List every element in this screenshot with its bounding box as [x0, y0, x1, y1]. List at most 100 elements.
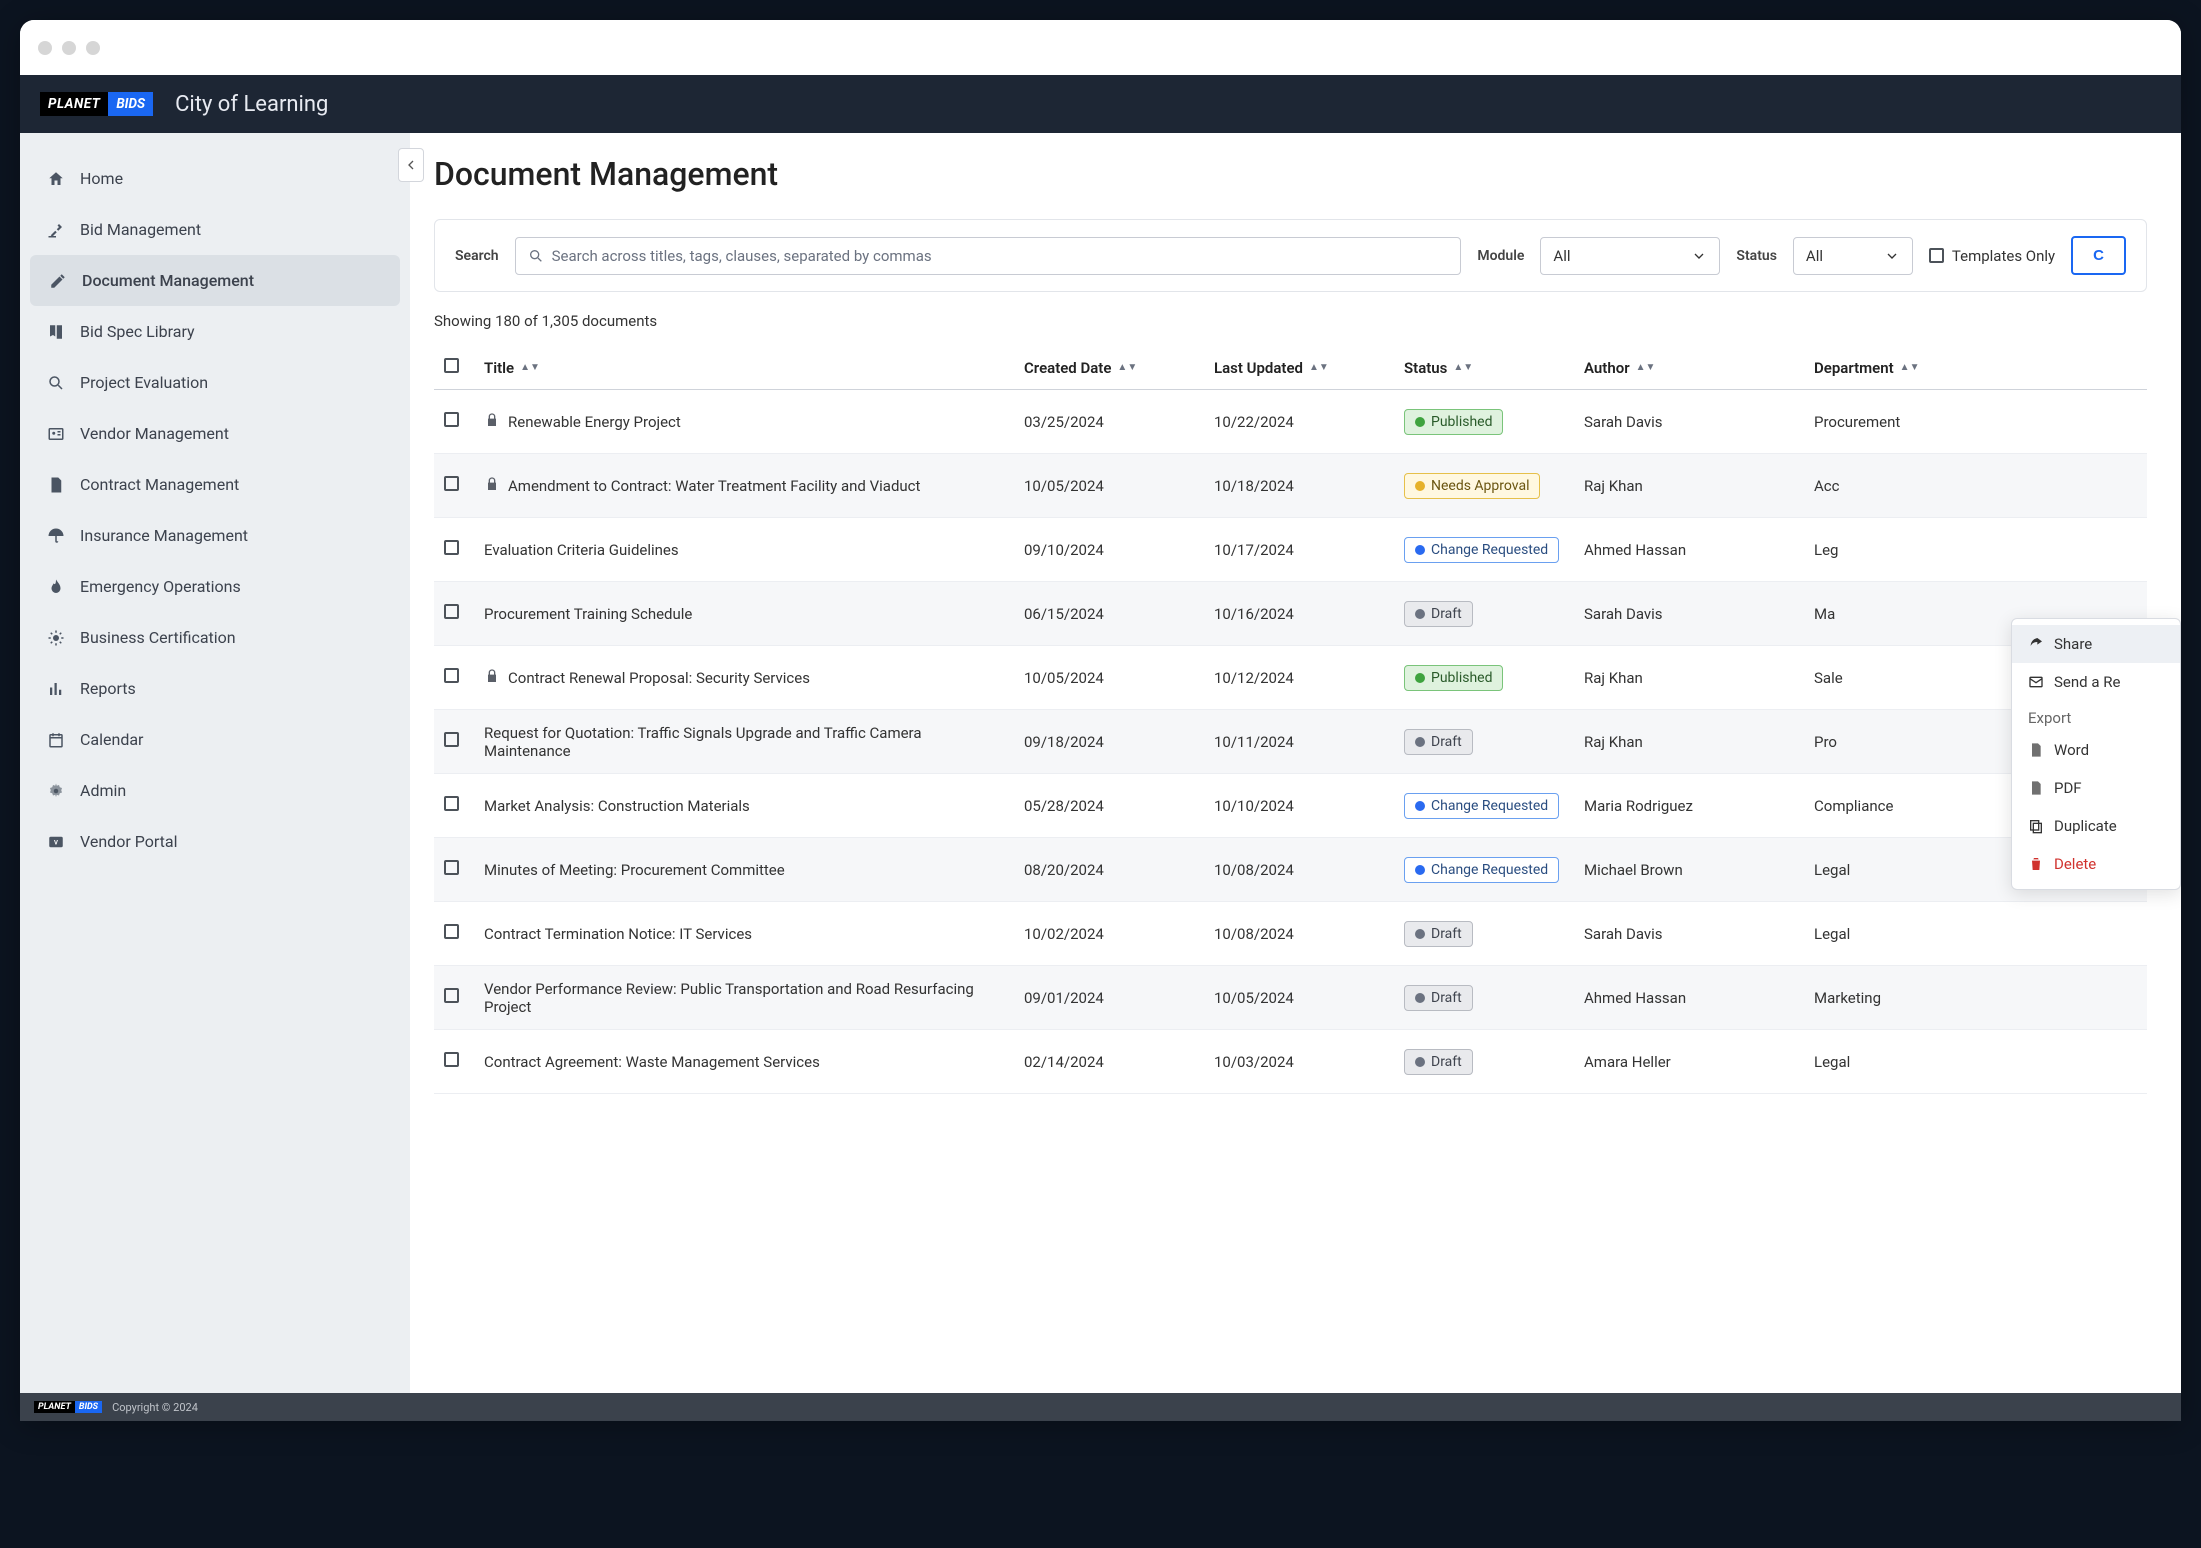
ctx-delete[interactable]: Delete [2012, 845, 2180, 883]
table-row[interactable]: Procurement Training Schedule06/15/20241… [434, 582, 2147, 646]
doc-updated: 10/03/2024 [1214, 1053, 1404, 1071]
row-checkbox[interactable] [444, 1052, 459, 1067]
footer-logo: PLANET BIDS [34, 1401, 102, 1413]
sidebar-item-vendor-portal[interactable]: VVendor Portal [20, 816, 410, 867]
sort-icon: ▲▼ [520, 362, 540, 373]
row-checkbox[interactable] [444, 476, 459, 491]
filters-bar: Search Search across titles, tags, claus… [434, 219, 2147, 292]
sidebar-item-calendar[interactable]: Calendar [20, 714, 410, 765]
doc-dept: Legal [1814, 861, 2014, 879]
search-input[interactable]: Search across titles, tags, clauses, sep… [515, 237, 1462, 275]
ctx-send[interactable]: Send a Re [2012, 663, 2180, 701]
doc-author: Amara Heller [1584, 1053, 1814, 1071]
row-checkbox[interactable] [444, 540, 459, 555]
doc-created: 09/01/2024 [1024, 989, 1214, 1007]
col-author[interactable]: Author▲▼ [1584, 359, 1814, 377]
row-checkbox[interactable] [444, 412, 459, 427]
traffic-light-min[interactable] [62, 41, 76, 55]
sidebar-item-bid-management[interactable]: Bid Management [20, 204, 410, 255]
doc-updated: 10/11/2024 [1214, 733, 1404, 751]
ctx-share[interactable]: Share [2012, 625, 2180, 663]
col-created[interactable]: Created Date▲▼ [1024, 359, 1214, 377]
sidebar-item-vendor-management[interactable]: Vendor Management [20, 408, 410, 459]
traffic-light-max[interactable] [86, 41, 100, 55]
row-checkbox[interactable] [444, 988, 459, 1003]
table-row[interactable]: Contract Renewal Proposal: Security Serv… [434, 646, 2147, 710]
share-icon [2028, 636, 2044, 652]
sidebar-item-document-management[interactable]: Document Management [30, 255, 400, 306]
sort-icon: ▲▼ [1453, 362, 1473, 373]
templates-only-checkbox[interactable]: Templates Only [1929, 247, 2055, 265]
ctx-word[interactable]: Word [2012, 731, 2180, 769]
checkbox-icon [1929, 248, 1944, 263]
lock-icon [484, 476, 498, 496]
sidebar-collapse-button[interactable] [398, 148, 424, 182]
table-row[interactable]: Contract Termination Notice: IT Services… [434, 902, 2147, 966]
table-header: Title▲▼ Created Date▲▼ Last Updated▲▼ St… [434, 346, 2147, 390]
doc-created: 03/25/2024 [1024, 413, 1214, 431]
doc-author: Sarah Davis [1584, 605, 1814, 623]
select-all-checkbox[interactable] [444, 358, 459, 373]
col-updated[interactable]: Last Updated▲▼ [1214, 359, 1404, 377]
table-row[interactable]: Contract Agreement: Waste Management Ser… [434, 1030, 2147, 1094]
create-button[interactable]: C [2071, 236, 2126, 275]
svg-text:V: V [54, 839, 58, 846]
umbrella-icon [46, 527, 66, 545]
table-row[interactable]: Renewable Energy Project03/25/202410/22/… [434, 390, 2147, 454]
col-dept[interactable]: Department▲▼ [1814, 359, 2014, 377]
ctx-pdf[interactable]: PDF [2012, 769, 2180, 807]
sun-icon [46, 629, 66, 647]
sidebar-item-label: Vendor Management [80, 424, 229, 443]
traffic-light-close[interactable] [38, 41, 52, 55]
row-checkbox[interactable] [444, 604, 459, 619]
sidebar: HomeBid ManagementDocument ManagementBid… [20, 133, 410, 1393]
row-checkbox[interactable] [444, 668, 459, 683]
chevron-down-icon [1691, 248, 1707, 264]
sidebar-item-business-certification[interactable]: Business Certification [20, 612, 410, 663]
sidebar-item-contract-management[interactable]: Contract Management [20, 459, 410, 510]
sidebar-item-admin[interactable]: Admin [20, 765, 410, 816]
copyright: Copyright © 2024 [112, 1401, 198, 1414]
ctx-duplicate[interactable]: Duplicate [2012, 807, 2180, 845]
module-value: All [1553, 247, 1570, 265]
doc-author: Sarah Davis [1584, 925, 1814, 943]
doc-title: Contract Termination Notice: IT Services [484, 925, 752, 943]
row-checkbox[interactable] [444, 860, 459, 875]
row-checkbox[interactable] [444, 732, 459, 747]
lock-icon [484, 668, 498, 688]
table-row[interactable]: Amendment to Contract: Water Treatment F… [434, 454, 2147, 518]
col-status[interactable]: Status▲▼ [1404, 359, 1584, 377]
doc-created: 10/05/2024 [1024, 477, 1214, 495]
status-select[interactable]: All [1793, 237, 1913, 275]
sidebar-item-label: Calendar [80, 730, 143, 749]
status-value: All [1806, 247, 1823, 265]
status-badge: Published [1404, 409, 1503, 435]
sidebar-item-label: Project Evaluation [80, 373, 208, 392]
sidebar-item-insurance-management[interactable]: Insurance Management [20, 510, 410, 561]
doc-dept: Pro [1814, 733, 2014, 751]
table-row[interactable]: Request for Quotation: Traffic Signals U… [434, 710, 2147, 774]
context-menu: Share Send a Re Export Word PDF [2011, 618, 2181, 890]
sidebar-item-label: Contract Management [80, 475, 239, 494]
search-icon [528, 248, 544, 264]
row-checkbox[interactable] [444, 796, 459, 811]
doc-created: 10/05/2024 [1024, 669, 1214, 687]
col-title[interactable]: Title▲▼ [484, 359, 1024, 377]
sidebar-item-reports[interactable]: Reports [20, 663, 410, 714]
doc-dept: Procurement [1814, 413, 2014, 431]
sidebar-item-emergency-operations[interactable]: Emergency Operations [20, 561, 410, 612]
row-checkbox[interactable] [444, 924, 459, 939]
org-name: City of Learning [175, 92, 328, 117]
table-row[interactable]: Minutes of Meeting: Procurement Committe… [434, 838, 2147, 902]
doc-dept: Ma [1814, 605, 2014, 623]
doc-updated: 10/22/2024 [1214, 413, 1404, 431]
sidebar-item-bid-spec-library[interactable]: Bid Spec Library [20, 306, 410, 357]
module-select[interactable]: All [1540, 237, 1720, 275]
sidebar-item-home[interactable]: Home [20, 153, 410, 204]
sidebar-item-project-evaluation[interactable]: Project Evaluation [20, 357, 410, 408]
sidebar-item-label: Emergency Operations [80, 577, 241, 596]
table-row[interactable]: Market Analysis: Construction Materials0… [434, 774, 2147, 838]
table-row[interactable]: Vendor Performance Review: Public Transp… [434, 966, 2147, 1030]
doc-updated: 10/08/2024 [1214, 925, 1404, 943]
table-row[interactable]: Evaluation Criteria Guidelines09/10/2024… [434, 518, 2147, 582]
